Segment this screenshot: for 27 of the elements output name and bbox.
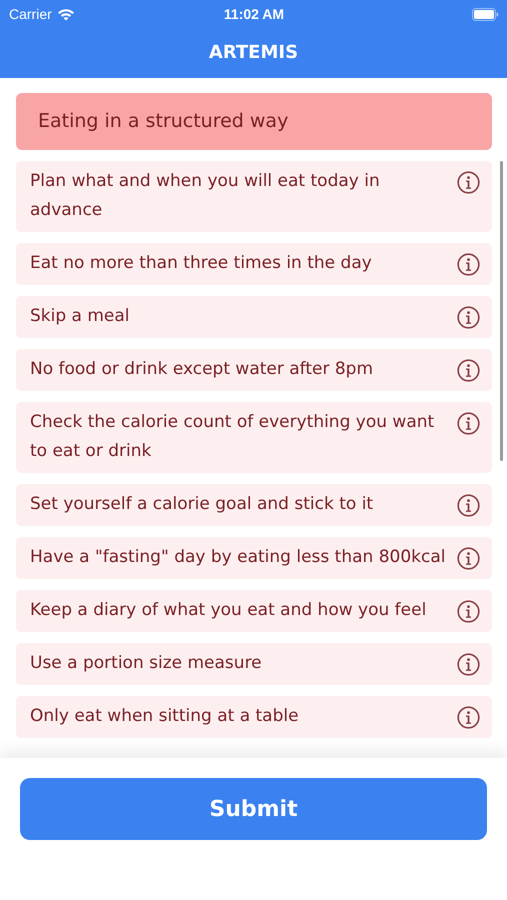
behaviour-item[interactable]: Use a portion size measure [16, 643, 492, 685]
behaviour-item[interactable]: Skip a meal [16, 296, 492, 338]
status-time: 11:02 AM [222, 6, 286, 22]
submit-button[interactable]: Submit [20, 778, 487, 840]
info-icon[interactable] [457, 494, 480, 517]
behaviour-item[interactable]: Only eat when sitting at a table [16, 696, 492, 738]
battery-icon [472, 8, 499, 20]
behaviour-item[interactable]: No food or drink except water after 8pm [16, 349, 492, 391]
info-icon[interactable] [457, 253, 480, 276]
behaviour-item[interactable]: Eat no more than three times in the day [16, 243, 492, 285]
app-title: ARTEMIS [208, 41, 300, 65]
info-icon[interactable] [457, 359, 480, 382]
info-icon[interactable] [457, 171, 480, 194]
info-icon[interactable] [457, 306, 480, 329]
behaviour-item[interactable]: Plan what and when you will eat today in advance [16, 161, 492, 232]
behaviour-item[interactable]: Keep a diary of what you eat and how you feel [16, 590, 492, 632]
info-icon[interactable] [457, 653, 480, 676]
carrier-name: Carrier [9, 6, 52, 22]
behaviour-item[interactable]: Set yourself a calorie goal and stick to it [16, 484, 492, 526]
info-icon[interactable] [457, 412, 480, 435]
behaviour-item[interactable]: Check the calorie count of everything you want to eat or drink [16, 402, 492, 473]
info-icon[interactable] [457, 547, 480, 570]
behaviour-item[interactable]: Have a "fasting" day by eating less than 800kcal [16, 537, 492, 579]
info-icon[interactable] [457, 706, 480, 729]
info-icon[interactable] [457, 600, 480, 623]
section-header: Eating in a structured way [16, 93, 492, 150]
wifi-icon [56, 8, 75, 20]
